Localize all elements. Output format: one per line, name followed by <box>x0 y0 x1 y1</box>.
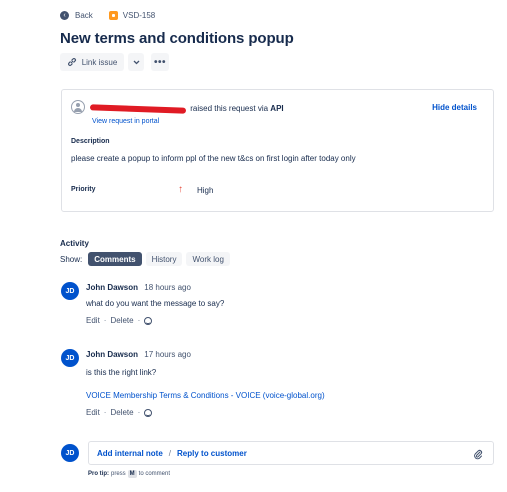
comment-actions: Edit · Delete · <box>86 316 153 325</box>
back-link[interactable]: Back <box>75 11 93 20</box>
filter-comments[interactable]: Comments <box>88 252 142 266</box>
separator-dot: · <box>103 408 107 417</box>
issue-key-link[interactable]: VSD-158 <box>123 11 155 20</box>
comment-author[interactable]: John Dawson <box>86 283 138 292</box>
hide-details-button[interactable]: Hide details <box>432 103 477 112</box>
link-issue-label: Link issue <box>81 57 118 67</box>
issue-title[interactable]: New terms and conditions popup <box>60 30 294 47</box>
chevron-down-icon <box>133 60 139 64</box>
link-issue-button[interactable]: Link issue <box>60 53 124 71</box>
comment-body: what do you want the message to say? <box>86 299 225 308</box>
filter-work-log[interactable]: Work log <box>186 252 230 266</box>
link-issue-dropdown-button[interactable] <box>128 53 144 71</box>
reply-separator: / <box>168 448 172 458</box>
comment-timestamp[interactable]: 18 hours ago <box>144 283 191 292</box>
comment-timestamp[interactable]: 17 hours ago <box>144 350 191 359</box>
reply-composer[interactable]: Add internal note / Reply to customer <box>88 441 494 465</box>
comment-header: John Dawson 17 hours ago <box>86 350 191 359</box>
issue-toolbar: Link issue ••• <box>60 53 169 71</box>
comment-body: is this the right link? <box>86 368 157 377</box>
avatar[interactable]: JD <box>61 282 79 300</box>
avatar[interactable]: JD <box>61 349 79 367</box>
back-arrow-icon[interactable]: ‹ <box>60 10 69 20</box>
comment-link[interactable]: VOICE Membership Terms & Conditions - VO… <box>86 391 325 400</box>
delete-comment-button[interactable]: Delete <box>110 408 133 417</box>
pro-tip-label: Pro tip: <box>88 471 109 477</box>
request-details-card: raised this request via API View request… <box>61 89 494 212</box>
comment-author[interactable]: John Dawson <box>86 350 138 359</box>
delete-comment-button[interactable]: Delete <box>110 316 133 325</box>
add-reaction-icon[interactable] <box>144 316 153 325</box>
link-icon <box>67 58 76 66</box>
keyboard-shortcut-key: M <box>127 470 137 478</box>
issue-type-icon <box>108 10 118 20</box>
avatar: JD <box>61 444 79 462</box>
edit-comment-button[interactable]: Edit <box>86 316 100 325</box>
priority-high-icon: ↑ <box>178 184 183 195</box>
show-label: Show: <box>60 254 83 264</box>
separator-dot: · <box>103 316 107 325</box>
pro-tip-suffix: to comment <box>138 471 171 477</box>
add-internal-note-button[interactable]: Add internal note <box>97 449 163 458</box>
pro-tip-press: press <box>111 471 126 477</box>
more-actions-button[interactable]: ••• <box>151 53 169 71</box>
reply-to-customer-button[interactable]: Reply to customer <box>177 449 247 458</box>
activity-filter-bar: Show: Comments History Work log <box>60 252 230 266</box>
priority-label: Priority <box>71 186 96 193</box>
comment-header: John Dawson 18 hours ago <box>86 283 191 292</box>
reporter-line: raised this request via API <box>89 104 284 114</box>
comment-actions: Edit · Delete · <box>86 408 153 417</box>
reporter-avatar <box>71 100 85 114</box>
raised-text: raised this request via <box>190 104 269 113</box>
filter-history[interactable]: History <box>145 252 183 266</box>
pro-tip: Pro tip: press M to comment <box>88 470 170 478</box>
breadcrumb: ‹ Back VSD-158 <box>60 9 155 21</box>
priority-value[interactable]: High <box>197 186 213 195</box>
separator-dot: · <box>137 316 141 325</box>
redacted-reporter-name <box>89 104 187 114</box>
description-label: Description <box>71 138 110 145</box>
separator-dot: · <box>137 408 141 417</box>
view-in-portal-link[interactable]: View request in portal <box>92 118 159 125</box>
add-reaction-icon[interactable] <box>144 408 153 417</box>
description-text[interactable]: please create a popup to inform ppl of t… <box>71 154 356 163</box>
attachment-icon[interactable] <box>473 448 483 460</box>
request-channel: API <box>270 104 284 113</box>
activity-heading: Activity <box>60 239 89 248</box>
edit-comment-button[interactable]: Edit <box>86 408 100 417</box>
